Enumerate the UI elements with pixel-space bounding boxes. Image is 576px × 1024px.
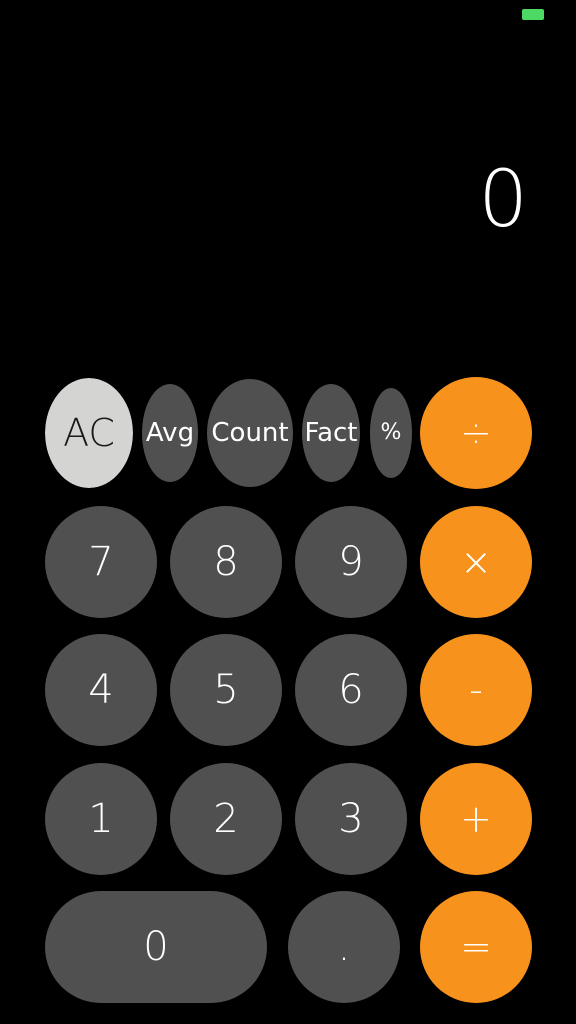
digit-0-button[interactable]: 0 [45,891,267,1003]
subtract-button-label: - [469,668,483,712]
clear-button-label: AC [63,411,115,455]
avg-button[interactable]: Avg [142,384,198,482]
fact-button[interactable]: Fact [302,384,360,482]
digit-9-button[interactable]: 9 [295,506,407,618]
digit-2-label: 2 [213,796,239,842]
divide-button[interactable]: ÷ [420,377,532,489]
fact-button-label: Fact [304,418,358,448]
equals-button-label: = [460,925,492,969]
digit-0-label: 0 [143,924,169,970]
percent-button[interactable]: % [370,388,412,478]
digit-5-label: 5 [213,667,239,713]
subtract-button[interactable]: - [420,634,532,746]
multiply-button[interactable]: × [420,506,532,618]
digit-8-button[interactable]: 8 [170,506,282,618]
divide-button-label: ÷ [460,411,492,455]
digit-1-label: 1 [88,796,114,842]
clear-button[interactable]: AC [45,378,133,488]
digit-4-label: 4 [88,667,114,713]
digit-7-button[interactable]: 7 [45,506,157,618]
result-display: 0 [478,155,528,245]
digit-4-button[interactable]: 4 [45,634,157,746]
multiply-button-label: × [460,540,492,584]
count-button[interactable]: Count [207,379,293,487]
equals-button[interactable]: = [420,891,532,1003]
decimal-button[interactable]: . [288,891,400,1003]
digit-3-label: 3 [338,796,364,842]
digit-6-label: 6 [338,667,364,713]
digit-6-button[interactable]: 6 [295,634,407,746]
digit-7-label: 7 [88,539,114,585]
digit-9-label: 9 [338,539,364,585]
add-button-label: + [460,797,492,841]
add-button[interactable]: + [420,763,532,875]
battery-icon [522,9,544,20]
count-button-label: Count [211,418,289,448]
digit-5-button[interactable]: 5 [170,634,282,746]
digit-2-button[interactable]: 2 [170,763,282,875]
digit-8-label: 8 [213,539,239,585]
percent-button-label: % [380,420,402,445]
decimal-label: . [337,924,351,970]
avg-button-label: Avg [145,418,195,448]
digit-3-button[interactable]: 3 [295,763,407,875]
digit-1-button[interactable]: 1 [45,763,157,875]
